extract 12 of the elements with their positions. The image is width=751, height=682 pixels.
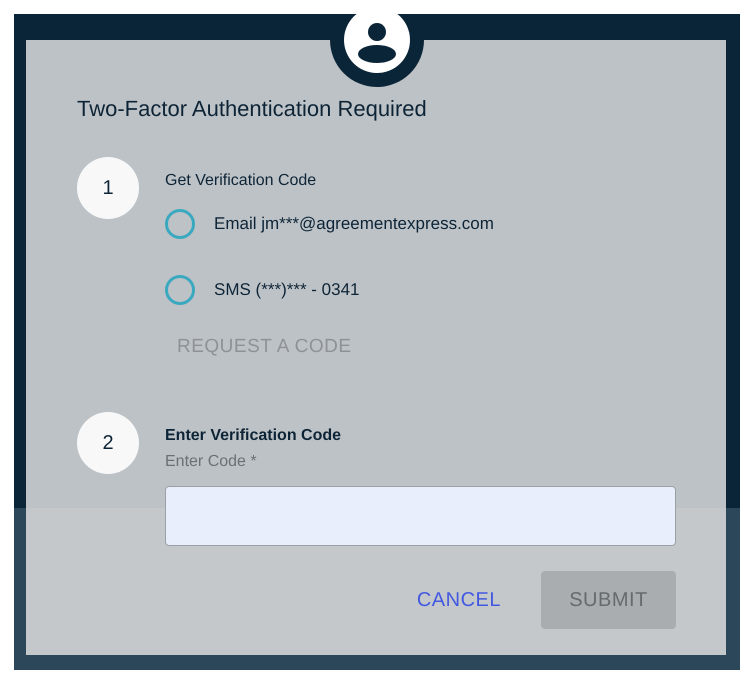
dialog-title: Two-Factor Authentication Required xyxy=(77,95,428,123)
radio-button[interactable] xyxy=(165,275,195,305)
cancel-button[interactable]: CANCEL xyxy=(408,570,509,628)
step-number: 2 xyxy=(77,412,139,474)
radio-button[interactable] xyxy=(165,209,195,239)
radio-label[interactable]: Email jm***@agreementexpress.com xyxy=(214,211,494,237)
step-title: Enter Verification Code xyxy=(165,426,342,446)
field-label: Enter Code * xyxy=(165,452,258,472)
code-input-field[interactable] xyxy=(165,486,676,546)
radio-label[interactable]: SMS (***)*** - 0341 xyxy=(214,277,360,303)
step-title: Get Verification Code xyxy=(165,171,318,191)
step-number: 1 xyxy=(77,157,139,219)
